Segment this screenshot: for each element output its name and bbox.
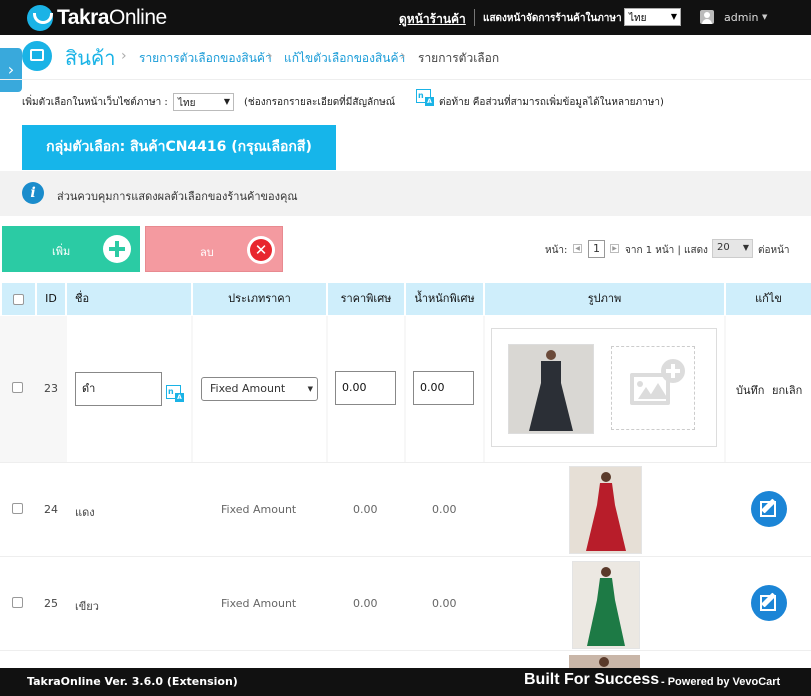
per-page-suffix: ต่อหน้า [758, 245, 790, 256]
col-price-type-header[interactable]: ประเภทราคา [193, 283, 326, 315]
breadcrumb-current: รายการตัวเลือก [418, 51, 500, 65]
row-checkbox[interactable] [12, 597, 23, 608]
select-all-header [2, 283, 35, 315]
breadcrumb-link-edit-options[interactable]: แก้ไขตัวเลือกของสินค้า [284, 49, 405, 68]
save-link[interactable]: บันทึก [736, 381, 764, 399]
chevron-right-icon: › [121, 48, 127, 64]
dress-image [570, 467, 641, 553]
row-id: 23 [44, 382, 58, 395]
row-name: เขียว [75, 600, 99, 613]
add-lang-value: ไทย [178, 98, 196, 109]
info-text: ส่วนควบคุมการแสดงผลตัวเลือกของร้านค้าของ… [57, 190, 298, 203]
row-name: แดง [75, 506, 95, 519]
row-special-weight: 0.00 [432, 503, 457, 516]
row-special-price: 0.00 [353, 597, 378, 610]
edit-icon[interactable] [751, 491, 787, 527]
logo-light: Online [108, 5, 167, 29]
close-icon: ✕ [247, 236, 275, 264]
row-price-type: Fixed Amount [221, 503, 297, 516]
page-label: หน้า: [545, 245, 568, 256]
add-lang-label: เพิ่มตัวเลือกในหน้าเว็บไซต์ภาษา : [22, 97, 168, 108]
logo-icon [27, 4, 53, 31]
row-checkbox[interactable] [12, 503, 23, 514]
col-image-header: รูปภาพ [485, 283, 724, 315]
price-type-select[interactable]: Fixed Amount [201, 377, 318, 401]
select-all-checkbox[interactable] [13, 294, 24, 305]
add-button-label: เพิ่ม [52, 245, 71, 258]
footer: TakraOnline Ver. 3.6.0 (Extension) Built… [0, 668, 811, 696]
col-edit-header: แก้ไข [726, 283, 811, 315]
add-image-button[interactable] [611, 346, 695, 430]
product-thumbnail [569, 655, 640, 669]
row-special-weight: 0.00 [432, 597, 457, 610]
add-button[interactable]: เพิ่ม [2, 226, 140, 272]
store-lang-label: แสดงหน้าจัดการร้านค้าในภาษา [483, 13, 622, 24]
table-row: 25 เขียว Fixed Amount 0.00 0.00 [0, 556, 811, 650]
image-uploader [491, 328, 717, 447]
product-thumbnail [569, 466, 642, 554]
chevron-right-icon: › [267, 48, 273, 64]
store-lang-select[interactable]: ไทย [624, 8, 681, 26]
page-of-text: จาก 1 หน้า | แสดง [625, 245, 708, 256]
footer-version: TakraOnline Ver. 3.6.0 (Extension) [27, 675, 238, 688]
chevron-down-icon[interactable]: ▼ [762, 13, 767, 21]
next-page-icon[interactable]: ▶ [610, 244, 619, 253]
dress-image [573, 562, 639, 648]
user-name[interactable]: admin [724, 11, 758, 24]
add-lang-select[interactable]: ไทย [173, 93, 234, 111]
multilang-icon: n [166, 385, 184, 402]
page-input[interactable]: 1 [588, 240, 605, 258]
row-special-price: 0.00 [353, 503, 378, 516]
logo-bold: Takra [57, 5, 109, 29]
col-special-weight-header[interactable]: น้ำหนักพิเศษ [406, 283, 483, 315]
row-id: 24 [44, 503, 58, 516]
sidebar-toggle-button[interactable]: › [0, 48, 22, 92]
store-lang-value: ไทย [629, 13, 647, 24]
box-icon [22, 41, 52, 71]
multilang-icon: n [416, 89, 434, 106]
cancel-link[interactable]: ยกเลิก [772, 381, 802, 399]
row-id: 25 [44, 597, 58, 610]
lang-note-end: ต่อท้าย คือส่วนที่สามารถเพิ่มข้อมูลได้ใน… [439, 97, 664, 108]
product-thumbnail[interactable] [508, 344, 594, 434]
user-icon[interactable] [700, 10, 714, 24]
product-thumbnail [572, 561, 640, 649]
name-input[interactable]: ดำ [75, 372, 162, 406]
divider [0, 79, 811, 80]
page-title: สินค้า [65, 46, 116, 70]
table-row: 24 แดง Fixed Amount 0.00 0.00 [0, 462, 811, 556]
divider [474, 9, 475, 26]
view-store-link[interactable]: ดูหน้าร้านค้า [399, 10, 466, 29]
col-special-price-header[interactable]: ราคาพิเศษ [328, 283, 404, 315]
col-name-header[interactable]: ชื่อ [67, 283, 191, 315]
special-weight-input[interactable]: 0.00 [413, 371, 474, 405]
per-page-select[interactable]: 20 [712, 239, 753, 258]
top-bar: TakraOnline ดูหน้าร้านค้า แสดงหน้าจัดการ… [0, 0, 811, 35]
prev-page-icon[interactable]: ◀ [573, 244, 582, 253]
dress-image [509, 345, 593, 433]
per-page-value: 20 [717, 242, 730, 253]
footer-slogan: Built For Success [524, 671, 660, 688]
plus-icon [661, 359, 685, 383]
footer-powered: - Powered by VevoCart [661, 676, 781, 688]
breadcrumb-link-options-list[interactable]: รายการตัวเลือกของสินค้า [139, 49, 272, 68]
row-price-type: Fixed Amount [221, 597, 297, 610]
plus-icon [103, 235, 131, 263]
table-row [0, 650, 811, 669]
lang-note-start: (ช่องกรอกรายละเอียดที่มีสัญลักษณ์ [244, 97, 396, 108]
table-row: 23 ดำ n Fixed Amount 0.00 0.00 [0, 316, 811, 462]
edit-icon[interactable] [751, 585, 787, 621]
logo[interactable]: TakraOnline [27, 4, 167, 31]
row-checkbox[interactable] [12, 382, 23, 393]
delete-button-label: ลบ [200, 246, 214, 259]
special-price-input[interactable]: 0.00 [335, 371, 396, 405]
info-icon: i [22, 182, 44, 204]
chevron-right-icon: › [400, 48, 406, 64]
col-id-header[interactable]: ID [37, 283, 65, 315]
delete-button[interactable]: ลบ ✕ [145, 226, 283, 272]
option-group-title: กลุ่มตัวเลือก: สินค้าCN4416 (กรุณเลือกสี… [22, 125, 336, 170]
